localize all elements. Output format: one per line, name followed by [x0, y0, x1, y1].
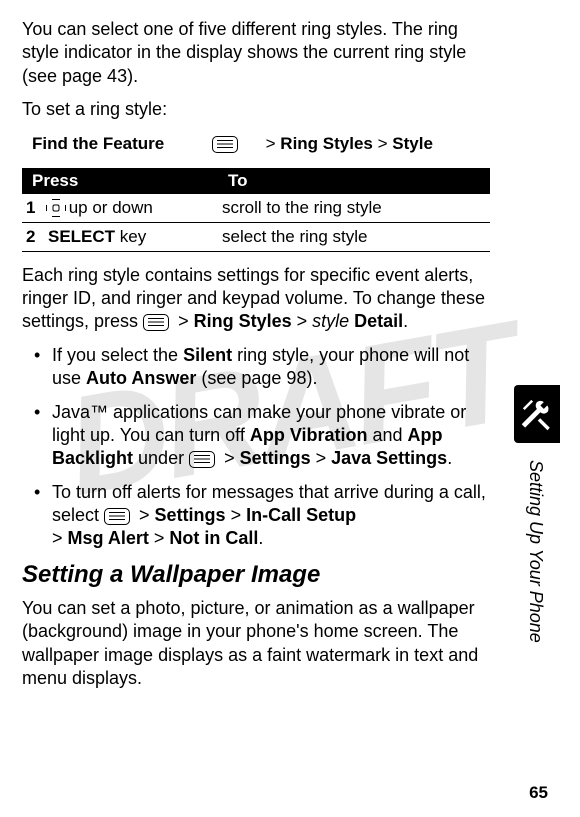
list-item: To turn off alerts for messages that arr… [22, 481, 490, 551]
press-cell: up or down [48, 198, 222, 218]
side-tab [514, 385, 560, 443]
settings-label: Settings [240, 448, 311, 468]
page-number: 65 [529, 783, 548, 803]
section-heading: Setting a Wallpaper Image [22, 561, 490, 589]
bullet-list: If you select the Silent ring style, you… [22, 344, 490, 551]
wallpaper-paragraph: You can set a photo, picture, or animati… [22, 597, 490, 691]
incall-setup-label: In-Call Setup [246, 505, 356, 525]
step-num: 2 [22, 227, 48, 247]
find-feature-label: Find the Feature [32, 134, 212, 154]
col-press: Press [22, 168, 222, 194]
list-item: Java™ applications can make your phone v… [22, 401, 490, 471]
table-row: 1 up or down scroll to the ring style [22, 194, 490, 223]
nav-key-icon [48, 201, 64, 215]
press-cell: SELECT key [48, 227, 222, 247]
menu-icon [104, 508, 130, 525]
to-cell: scroll to the ring style [222, 198, 490, 218]
app-vibration-label: App Vibration [250, 425, 368, 445]
path-style: Style [392, 134, 433, 153]
java-settings-label: Java Settings [331, 448, 447, 468]
menu-icon [212, 136, 238, 153]
menu-icon [189, 451, 215, 468]
silent-label: Silent [183, 345, 232, 365]
not-in-call-label: Not in Call [169, 528, 258, 548]
msg-alert-label: Msg Alert [68, 528, 149, 548]
find-feature-row: Find the Feature > Ring Styles > Style [22, 128, 490, 160]
path-ring-styles: Ring Styles [194, 311, 292, 331]
to-cell: select the ring style [222, 227, 490, 247]
menu-path: > Ring Styles > Style [212, 134, 433, 154]
list-item: If you select the Silent ring style, you… [22, 344, 490, 391]
step-num: 1 [22, 198, 48, 218]
steps-table: Press To 1 up or down scroll to the ring… [22, 168, 490, 252]
table-header: Press To [22, 168, 490, 194]
intro-paragraph: You can select one of five different rin… [22, 18, 490, 88]
page-content: You can select one of five different rin… [0, 0, 580, 690]
menu-icon [143, 314, 169, 331]
settings-label: Settings [155, 505, 226, 525]
select-key: SELECT [48, 227, 115, 246]
wrench-screwdriver-icon [520, 395, 554, 433]
col-to: To [222, 168, 490, 194]
auto-answer-label: Auto Answer [86, 368, 196, 388]
side-section-label: Setting Up Your Phone [525, 460, 546, 643]
table-row: 2 SELECT key select the ring style [22, 223, 490, 252]
to-set-label: To set a ring style: [22, 98, 490, 121]
style-italic: style [312, 311, 349, 331]
path-ring-styles: Ring Styles [280, 134, 373, 153]
path-detail: Detail [349, 311, 403, 331]
settings-paragraph: Each ring style contains settings for sp… [22, 264, 490, 334]
